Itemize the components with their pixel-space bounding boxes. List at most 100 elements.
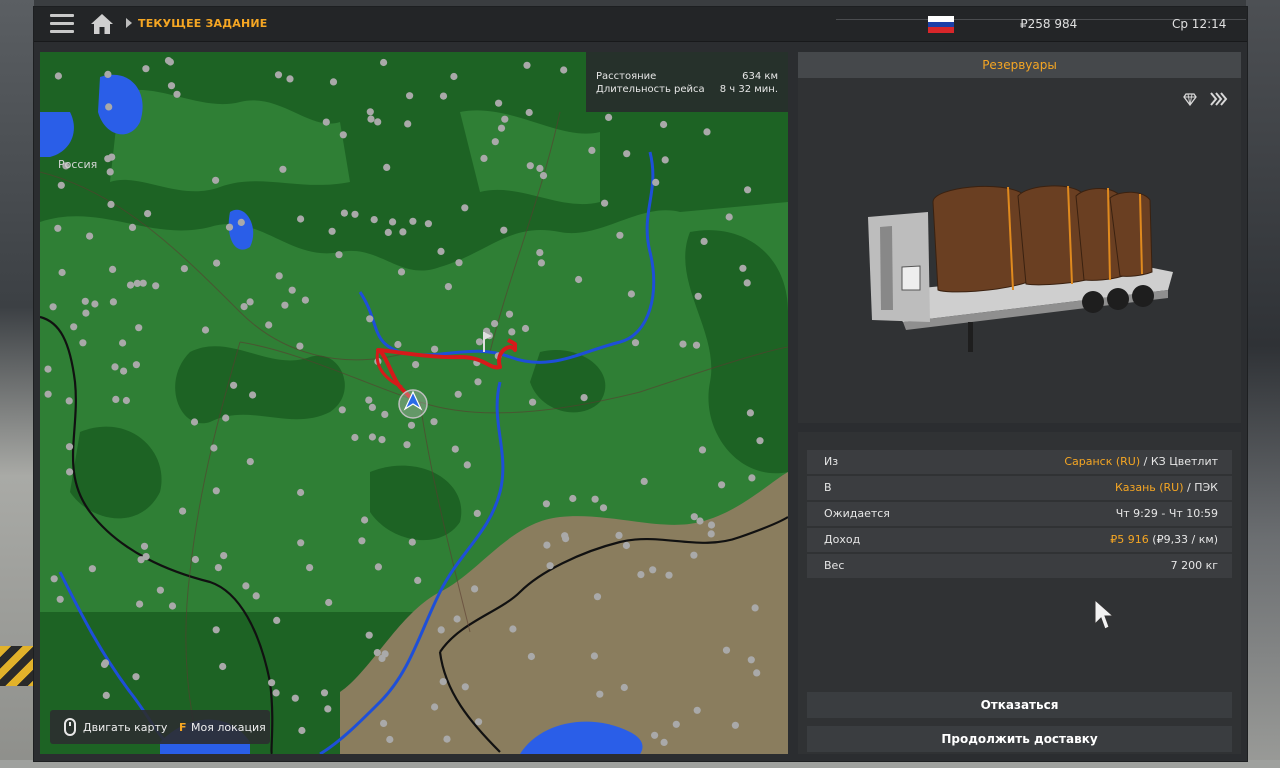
city-dot — [722, 646, 731, 654]
city-dot — [288, 286, 296, 294]
city-dot — [107, 200, 115, 208]
city-dot — [225, 223, 234, 231]
income-value-group: ₽5 916 (₽9,33 / км) — [1110, 533, 1218, 546]
city-dot — [100, 660, 109, 669]
city-dot — [173, 90, 181, 98]
decline-button[interactable]: Отказаться — [807, 692, 1232, 718]
menu-icon[interactable] — [50, 14, 74, 34]
city-dot — [179, 507, 187, 515]
city-dot — [191, 555, 199, 564]
trailer-image — [868, 185, 1173, 352]
city-dot — [651, 731, 659, 739]
city-dot — [747, 656, 755, 664]
background-right — [1246, 0, 1280, 768]
city-dot — [329, 78, 338, 86]
city-dot — [404, 120, 412, 128]
city-dot — [291, 694, 299, 702]
income-value: ₽5 916 — [1110, 533, 1149, 546]
city-dot — [361, 516, 369, 524]
to-label: В — [824, 481, 832, 494]
city-dot — [560, 66, 568, 74]
city-dot — [707, 530, 715, 538]
city-dot — [751, 604, 759, 612]
city-dot — [281, 301, 289, 309]
city-dot — [700, 237, 708, 245]
city-dot — [690, 551, 698, 559]
weight-value: 7 200 кг — [1170, 559, 1218, 572]
city-dot — [406, 92, 414, 100]
cargo-panel: Резервуары — [798, 52, 1241, 423]
city-dot — [168, 602, 177, 610]
city-dot — [373, 649, 381, 657]
city-dot — [325, 598, 333, 607]
city-dot — [57, 181, 65, 189]
move-map-hint[interactable]: Двигать карту — [83, 721, 167, 734]
city-dot — [213, 259, 221, 267]
city-dot — [167, 82, 176, 90]
city-dot — [409, 217, 417, 225]
route-map[interactable]: Россия Расстояние 634 км Длительность ре… — [40, 52, 788, 754]
city-dot — [725, 213, 733, 221]
city-dot — [679, 340, 687, 348]
city-dot — [246, 458, 254, 466]
city-dot — [495, 99, 503, 107]
city-dot — [366, 315, 374, 323]
city-dot — [296, 342, 304, 350]
breadcrumb: ТЕКУЩЕЕ ЗАДАНИЕ — [138, 17, 268, 30]
home-icon[interactable] — [90, 13, 114, 35]
city-dot — [707, 521, 716, 529]
city-dot — [374, 563, 382, 571]
city-dot — [81, 297, 89, 305]
map-canvas[interactable] — [40, 52, 788, 754]
city-dot — [696, 517, 704, 525]
city-dot — [753, 669, 761, 677]
city-dot — [575, 275, 583, 284]
city-dot — [439, 678, 447, 686]
city-dot — [450, 72, 458, 81]
city-dot — [569, 494, 577, 503]
city-dot — [546, 562, 554, 570]
from-row: Из Саранск (RU) / КЗ Цветлит — [807, 450, 1232, 474]
city-dot — [358, 537, 366, 545]
city-dot — [152, 282, 160, 290]
city-dot — [399, 228, 407, 236]
city-dot — [297, 215, 305, 223]
city-dot — [616, 231, 624, 239]
city-dot — [424, 220, 432, 228]
city-dot — [692, 341, 701, 349]
expected-row: Ожидается Чт 9:29 - Чт 10:59 — [807, 502, 1232, 526]
city-dot — [190, 418, 199, 426]
city-dot — [351, 210, 359, 218]
city-dot — [431, 703, 439, 711]
city-dot — [65, 443, 74, 451]
city-dot — [463, 461, 471, 469]
duration-value: 8 ч 32 мин. — [719, 84, 778, 95]
city-dot — [591, 495, 599, 503]
city-dot — [335, 251, 343, 259]
city-dot — [414, 576, 422, 585]
city-dot — [140, 542, 149, 550]
city-dot — [368, 433, 376, 441]
flag-stripe-red — [928, 27, 954, 34]
city-dot — [180, 265, 188, 273]
city-dot — [54, 72, 62, 80]
city-dot — [473, 509, 481, 517]
income-label: Доход — [824, 533, 861, 546]
city-dot — [521, 324, 530, 333]
to-company: / ПЭК — [1183, 481, 1218, 494]
cargo-title: Резервуары — [798, 52, 1241, 78]
city-dot — [249, 391, 257, 399]
city-dot — [615, 531, 623, 539]
city-dot — [698, 446, 707, 454]
city-dot — [301, 296, 309, 304]
city-dot — [297, 488, 305, 497]
location-key: F — [179, 721, 187, 734]
city-dot — [275, 272, 283, 280]
continue-delivery-button[interactable]: Продолжить доставку — [807, 726, 1232, 752]
city-dot — [370, 216, 378, 224]
city-dot — [491, 138, 499, 146]
city-dot — [660, 738, 668, 747]
to-row: В Казань (RU) / ПЭК — [807, 476, 1232, 500]
income-rate: (₽9,33 / км) — [1148, 533, 1218, 546]
my-location-hint[interactable]: Моя локация — [191, 721, 266, 734]
